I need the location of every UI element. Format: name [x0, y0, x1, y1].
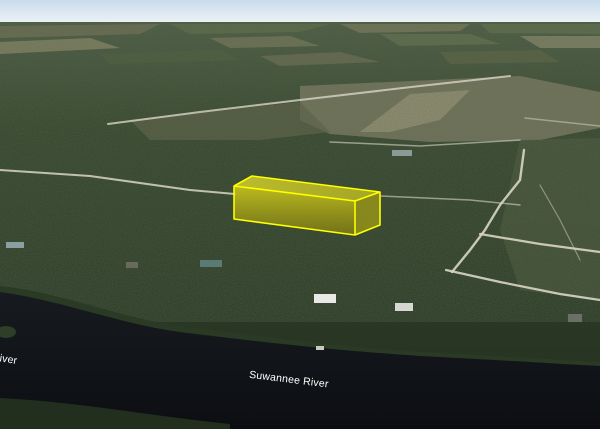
map-viewport[interactable]: River Suwannee River: [0, 0, 600, 429]
aerial-3d-view[interactable]: River Suwannee River: [0, 0, 600, 429]
dock: [316, 346, 324, 350]
forest-texture: [0, 22, 600, 322]
sky: [0, 0, 600, 24]
